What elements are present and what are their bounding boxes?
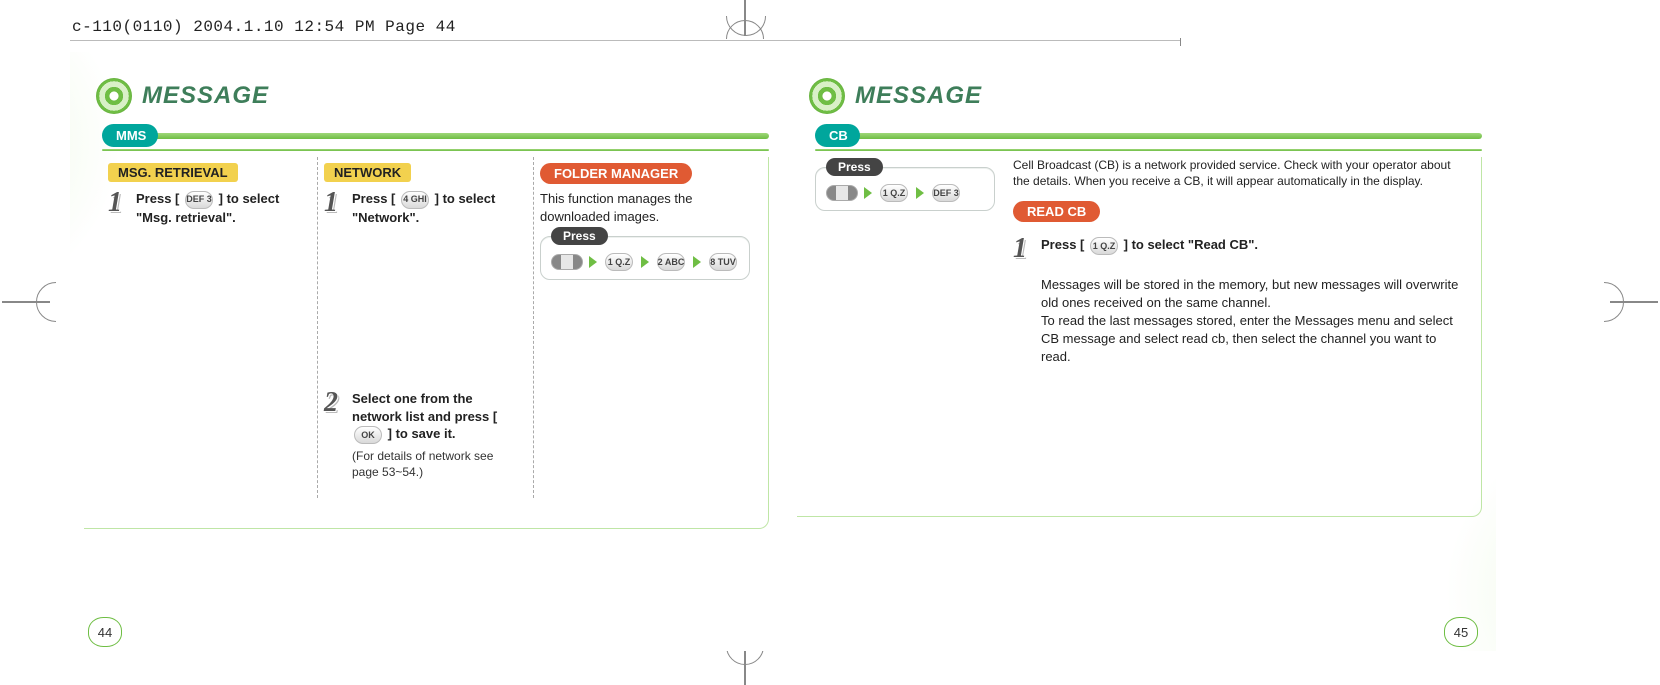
body-frame: Press 1 Q.Z DEF 3 Cell Broadcast (CB) is… — [797, 157, 1482, 517]
key-1-icon: 1 Q.Z — [880, 184, 908, 202]
tab-rail — [150, 133, 769, 139]
key-1-icon: 1 Q.Z — [1090, 237, 1118, 255]
press-label: Press — [826, 158, 883, 176]
page-number: 45 — [1444, 617, 1478, 647]
page-44: MESSAGE MMS MSG. RETRIEVAL 1 Press [ DEF… — [70, 52, 783, 651]
sheet: c-110(0110) 2004.1.10 12:54 PM Page 44 M… — [0, 0, 1660, 685]
key-4-icon: 4 GHI — [401, 191, 429, 209]
section-title: MESSAGE — [855, 82, 982, 110]
step-text-fragment: Press [ — [1041, 237, 1084, 252]
key-1-icon: 1 Q.Z — [605, 253, 633, 271]
crop-mark — [1180, 38, 1181, 46]
subhead-msg-retrieval: MSG. RETRIEVAL — [108, 163, 238, 182]
step-2: 2 Select one from the network list and p… — [324, 390, 521, 480]
step-text-fragment: Press [ — [352, 191, 395, 206]
key-ok-icon: OK — [354, 426, 382, 444]
spread: MESSAGE MMS MSG. RETRIEVAL 1 Press [ DEF… — [70, 52, 1496, 651]
col-msg-retrieval: MSG. RETRIEVAL 1 Press [ DEF 3 ] to sele… — [102, 157, 317, 498]
step-number-icon: 1 — [108, 190, 130, 226]
section-title: MESSAGE — [142, 82, 269, 110]
read-cb-note: Messages will be stored in the memory, b… — [1041, 276, 1467, 367]
press-sequence: Press 1 Q.Z DEF 3 — [815, 167, 995, 211]
arrow-icon — [916, 187, 924, 199]
crop-mark — [70, 40, 1180, 41]
text-column: Cell Broadcast (CB) is a network provide… — [1013, 157, 1475, 367]
crop-tagline: c-110(0110) 2004.1.10 12:54 PM Page 44 — [72, 18, 456, 36]
tab-label: CB — [815, 124, 860, 147]
crop-mark — [1610, 301, 1658, 303]
step-text-fragment: ] to select "Read CB". — [1124, 237, 1258, 252]
arrow-icon — [641, 256, 649, 268]
arrow-icon — [864, 187, 872, 199]
step-fineprint: (For details of network see page 53~54.) — [352, 448, 521, 480]
subhead-network: NETWORK — [324, 163, 411, 182]
step-text: Press [ 4 GHI ] to select "Network". — [352, 190, 521, 226]
step-number-icon: 2 — [324, 390, 346, 480]
subhead-folder-manager: FOLDER MANAGER — [540, 163, 692, 184]
key-3-icon: DEF 3 — [185, 191, 213, 209]
press-sequence: Press 1 Q.Z 2 ABC 8 TUV — [540, 236, 750, 280]
step-1: 1 Press [ DEF 3 ] to select "Msg. retrie… — [108, 190, 305, 226]
page-45: MESSAGE CB Press 1 Q.Z DEF 3 — [783, 52, 1496, 651]
key-2-icon: 2 ABC — [657, 253, 685, 271]
step-text-fragment: ] to save it. — [388, 426, 456, 441]
step-number-icon: 1 — [324, 190, 346, 226]
key-3-icon: DEF 3 — [932, 184, 960, 202]
bullseye-icon — [96, 78, 132, 114]
body-frame: MSG. RETRIEVAL 1 Press [ DEF 3 ] to sele… — [84, 157, 769, 529]
arrow-icon — [693, 256, 701, 268]
step-text: Press [ 1 Q.Z ] to select "Read CB". — [1041, 236, 1258, 261]
section-header: MESSAGE — [809, 78, 1482, 114]
subhead-read-cb: READ CB — [1013, 201, 1100, 222]
tab-rail-underline — [815, 149, 1482, 151]
menu-key-icon — [826, 185, 858, 201]
press-label: Press — [551, 227, 608, 245]
menu-key-icon — [551, 254, 583, 270]
section-tab: CB — [815, 124, 1482, 147]
col-network: NETWORK 1 Press [ 4 GHI ] to select "Net… — [317, 157, 533, 498]
right-main: Press 1 Q.Z DEF 3 Cell Broadcast (CB) is… — [815, 157, 1475, 367]
folder-manager-desc: This function manages the downloaded ima… — [540, 190, 750, 226]
crop-mark — [2, 301, 50, 303]
cb-intro: Cell Broadcast (CB) is a network provide… — [1013, 157, 1467, 189]
columns: MSG. RETRIEVAL 1 Press [ DEF 3 ] to sele… — [102, 157, 762, 498]
step-text: Select one from the network list and pre… — [352, 390, 521, 480]
tab-label: MMS — [102, 124, 158, 147]
section-tab: MMS — [102, 124, 769, 147]
page-number: 44 — [88, 617, 122, 647]
tab-rail — [852, 133, 1482, 139]
tab-rail-underline — [102, 149, 769, 151]
step-text-fragment: Select one from the network list and pre… — [352, 391, 497, 424]
step-1: 1 Press [ 1 Q.Z ] to select "Read CB". — [1013, 236, 1467, 261]
step-text: Press [ DEF 3 ] to select "Msg. retrieva… — [136, 190, 305, 226]
step-text-fragment: Press [ — [136, 191, 179, 206]
press-column: Press 1 Q.Z DEF 3 — [815, 157, 995, 367]
arrow-icon — [589, 256, 597, 268]
col-folder-manager: FOLDER MANAGER This function manages the… — [533, 157, 762, 498]
bullseye-icon — [809, 78, 845, 114]
section-header: MESSAGE — [96, 78, 769, 114]
step-1: 1 Press [ 4 GHI ] to select "Network". — [324, 190, 521, 226]
step-number-icon: 1 — [1013, 236, 1035, 261]
key-8-icon: 8 TUV — [709, 253, 737, 271]
